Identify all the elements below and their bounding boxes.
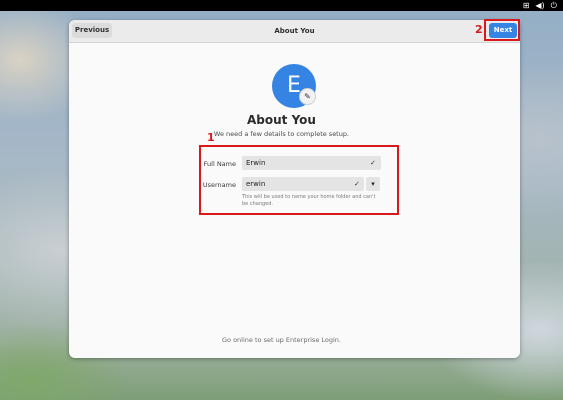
username-hint: This will be used to name your home fold… — [242, 194, 376, 207]
annotation-label-1: 1 — [207, 131, 215, 144]
username-field[interactable]: erwin — [242, 177, 364, 191]
annotation-label-2: 2 — [475, 23, 483, 36]
checkmark-icon: ✓ — [354, 180, 360, 188]
header-title: About You — [274, 27, 315, 35]
network-icon[interactable]: ⊞ — [523, 0, 530, 11]
checkmark-icon: ✓ — [370, 159, 376, 167]
username-label: Username — [202, 181, 236, 189]
header-bar: Previous About You Next — [69, 20, 520, 43]
system-top-bar: ⊞ ◀) ⏻ — [0, 0, 563, 11]
power-icon[interactable]: ⏻ — [551, 0, 557, 11]
chevron-down-icon[interactable]: ▾ — [366, 177, 380, 191]
pencil-icon[interactable]: ✎ — [299, 88, 316, 105]
full-name-field[interactable]: Erwin — [242, 156, 381, 170]
volume-icon[interactable]: ◀) — [535, 0, 544, 11]
page-title: About You — [247, 113, 316, 127]
next-button-highlight — [484, 19, 520, 41]
full-name-label: Full Name — [203, 160, 236, 168]
page-subtitle: We need a few details to complete setup. — [213, 130, 350, 138]
enterprise-login-hint: Go online to set up Enterprise Login. — [222, 336, 341, 344]
